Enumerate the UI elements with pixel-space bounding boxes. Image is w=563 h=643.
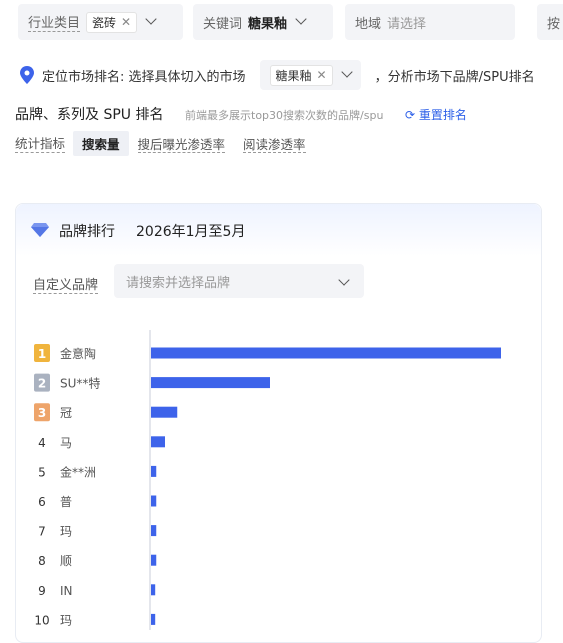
rank-number: 4 bbox=[38, 436, 46, 450]
bar bbox=[151, 495, 157, 507]
category-label: 金**洲 bbox=[60, 464, 96, 479]
bar bbox=[151, 347, 501, 359]
rank-number: 10 bbox=[34, 613, 49, 627]
chevron-down-icon[interactable] bbox=[338, 274, 350, 286]
metric-tab-read-rate-label: 阅读渗透率 bbox=[243, 136, 306, 153]
category-label: 普 bbox=[60, 495, 72, 509]
category-label: 金意陶 bbox=[60, 346, 96, 361]
metric-tab-search-volume[interactable]: 搜索量 bbox=[73, 130, 129, 156]
bar bbox=[151, 613, 156, 625]
rank-number: 6 bbox=[38, 495, 46, 509]
bar bbox=[151, 554, 157, 566]
diamond-icon bbox=[31, 223, 49, 237]
category-label: SU**特 bbox=[60, 376, 100, 391]
bar bbox=[151, 525, 157, 537]
bar bbox=[151, 584, 156, 596]
position-row: 定位市场排名: 选择具体切入的市场 糖果釉 ✕ ，分析市场下品牌/SPU排名 bbox=[20, 60, 563, 90]
close-icon[interactable]: ✕ bbox=[317, 68, 327, 82]
position-label: 定位市场排名: 选择具体切入的市场 bbox=[42, 69, 246, 85]
location-pin-icon bbox=[20, 66, 34, 84]
category-label: 马 bbox=[60, 436, 72, 450]
bar bbox=[151, 436, 165, 448]
bar bbox=[151, 406, 178, 418]
rank-number: 8 bbox=[38, 554, 46, 568]
close-icon[interactable]: ✕ bbox=[121, 15, 131, 29]
position-suffix: ，分析市场下品牌/SPU排名 bbox=[374, 69, 535, 85]
keyword-value: 糖果釉 bbox=[248, 16, 288, 32]
section-note: 前端最多展示top30搜索次数的品牌/spu bbox=[185, 109, 384, 122]
metric-tab-exposure-rate-label: 搜后曝光渗透率 bbox=[137, 136, 226, 153]
industry-tag-text: 瓷砖 bbox=[92, 15, 117, 30]
region-label: 地域 bbox=[355, 16, 382, 32]
region-placeholder: 请选择 bbox=[387, 16, 427, 32]
category-label: IN bbox=[60, 584, 73, 598]
chevron-down-icon[interactable] bbox=[340, 66, 353, 78]
metric-tab-read-rate[interactable]: 阅读渗透率 bbox=[234, 131, 315, 156]
cut-label: 按 bbox=[547, 16, 561, 32]
rank-number: 5 bbox=[38, 465, 46, 479]
category-label: 玛 bbox=[60, 613, 72, 627]
reset-rank-label: 重置排名 bbox=[418, 108, 467, 122]
chevron-down-icon[interactable] bbox=[145, 13, 157, 25]
metric-tab-exposure-rate[interactable]: 搜后曝光渗透率 bbox=[129, 131, 235, 156]
position-tag-text: 糖果釉 bbox=[275, 68, 312, 83]
position-tag: 糖果釉 ✕ bbox=[269, 64, 333, 86]
category-label: 冠 bbox=[60, 406, 72, 420]
refresh-icon: ⟳ bbox=[405, 108, 416, 122]
brand-search-placeholder: 请搜索并选择品牌 bbox=[126, 275, 231, 291]
region-filter[interactable]: 地域 请选择 bbox=[345, 4, 515, 40]
brand-filter-label: 自定义品牌 bbox=[33, 274, 99, 294]
category-label: 顺 bbox=[60, 554, 72, 568]
card-title: 品牌排行 bbox=[59, 224, 115, 240]
keyword-filter[interactable]: 关键词 糖果釉 bbox=[193, 4, 333, 40]
rank-number: 7 bbox=[38, 525, 46, 539]
brand-ranking-chart: 1 金意陶2 SU**特3 冠4 马5 金**洲6 普7 玛8 顺9 IN10 玛 bbox=[34, 330, 501, 630]
metric-row: 统计指标 搜索量 搜后曝光渗透率 阅读渗透率 bbox=[15, 130, 315, 156]
category-label: 玛 bbox=[60, 525, 72, 539]
chevron-down-icon[interactable] bbox=[295, 13, 307, 25]
reset-rank-link[interactable]: ⟳ 重置排名 bbox=[405, 106, 467, 123]
position-select[interactable]: 糖果釉 ✕ bbox=[259, 60, 361, 90]
rank-number: 1 bbox=[38, 347, 46, 361]
rank-number: 2 bbox=[38, 377, 46, 391]
rank-number: 3 bbox=[38, 406, 46, 420]
bar bbox=[151, 465, 157, 477]
industry-filter[interactable]: 行业类目 瓷砖 ✕ bbox=[18, 4, 183, 40]
metric-label: 统计指标 bbox=[15, 133, 66, 153]
rank-number: 9 bbox=[38, 584, 46, 598]
brand-search-select[interactable]: 请搜索并选择品牌 bbox=[114, 264, 364, 298]
bar bbox=[151, 377, 270, 389]
keyword-label: 关键词 bbox=[203, 16, 243, 32]
section-title: 品牌、系列及 SPU 排名 bbox=[15, 107, 164, 123]
card-date: 2026年1月至5月 bbox=[136, 224, 246, 240]
cut-filter[interactable]: 按 bbox=[537, 4, 563, 40]
industry-tag: 瓷砖 ✕ bbox=[86, 11, 138, 33]
industry-label: 行业类目 bbox=[28, 12, 81, 32]
